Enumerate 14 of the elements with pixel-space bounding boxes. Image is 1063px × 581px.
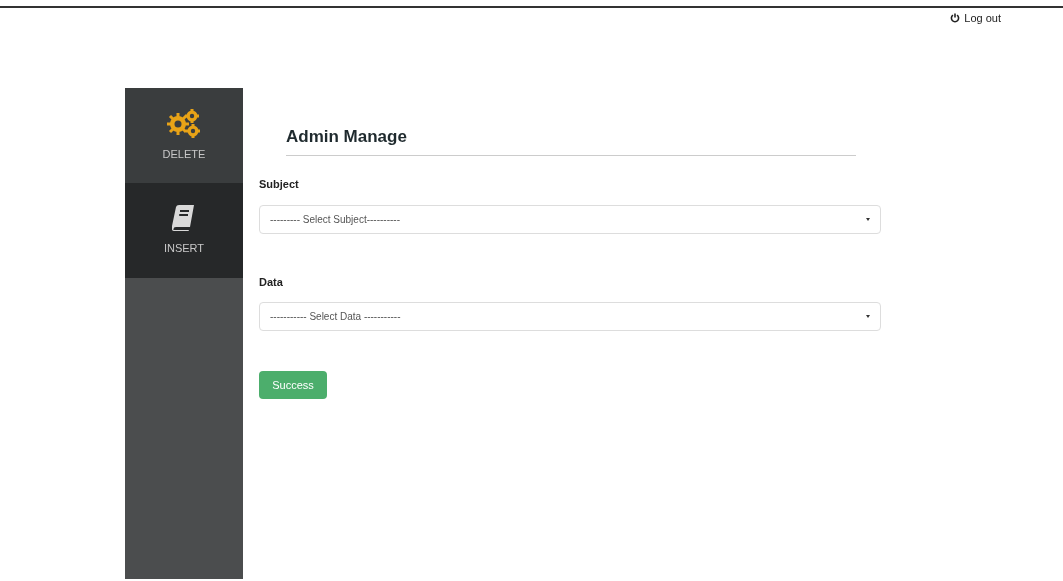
power-icon	[950, 13, 961, 23]
logout-link[interactable]: Log out	[950, 10, 1001, 26]
dropdown-arrow-icon	[866, 217, 870, 221]
page-title: Admin Manage	[286, 126, 408, 148]
sidebar-item[interactable]: DELETE	[125, 88, 243, 183]
dropdown-arrow-icon	[866, 315, 870, 318]
book-icon	[172, 204, 196, 233]
select-field[interactable]: --------- Select Subject----------	[259, 204, 881, 234]
select-field[interactable]: ----------- Select Data -----------	[259, 302, 881, 331]
logout-label: Log out	[964, 10, 1001, 26]
sidebar-item[interactable]: INSERT	[125, 183, 243, 278]
field-label: Data	[259, 274, 284, 290]
gears-icon	[165, 108, 203, 139]
field-label: Subject	[259, 177, 300, 192]
